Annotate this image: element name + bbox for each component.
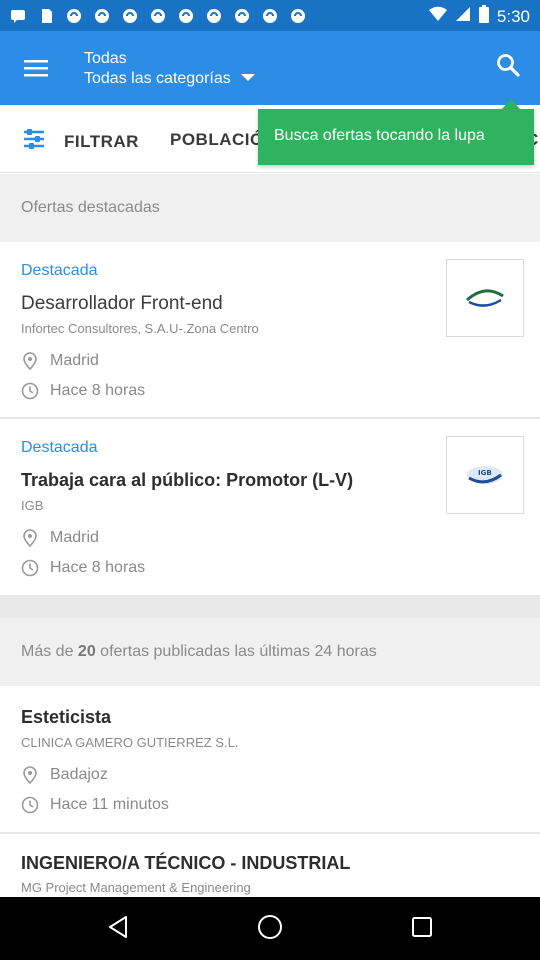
poblacion-filter-button[interactable]: POBLACIÓ (170, 130, 264, 150)
home-button[interactable] (254, 913, 286, 945)
wifi-icon (428, 6, 447, 27)
clock-icon (21, 382, 39, 400)
recent-count: 20 (77, 643, 96, 660)
app-bar: Todas Todas las categorías (0, 31, 540, 105)
location-text: Madrid (50, 529, 99, 546)
home-circle-icon (256, 913, 284, 946)
recents-button[interactable] (406, 913, 438, 945)
featured-badge: Destacada (21, 262, 98, 279)
featured-section-header: Ofertas destacadas (0, 174, 540, 242)
recents-square-icon (410, 915, 434, 944)
section-gap (0, 595, 540, 618)
svg-text:IGB: IGB (478, 469, 492, 477)
app-notification-icon (148, 6, 168, 26)
search-icon (495, 52, 521, 83)
time-text: Hace 11 minutos (50, 796, 169, 813)
overflow-menu-icon (20, 60, 52, 87)
company-name: CLINICA GAMERO GUTIERREZ S.L. (21, 735, 239, 750)
location-pin-icon (21, 529, 39, 547)
job-time: Hace 8 horas (21, 559, 145, 577)
notification-icons (8, 6, 308, 26)
back-triangle-icon (106, 914, 130, 945)
app-subtitle: Todas las categorías (84, 70, 231, 87)
back-button[interactable] (102, 913, 134, 945)
status-bar: 5:30 (0, 0, 540, 31)
menu-button[interactable] (20, 53, 52, 83)
job-title: Desarrollador Front-end (21, 293, 223, 314)
app-notification-icon (232, 6, 252, 26)
clock-icon (21, 796, 39, 814)
featured-job-card[interactable]: Destacada Trabaja cara al público: Promo… (0, 419, 540, 595)
time-text: Hace 8 horas (50, 382, 146, 399)
location-pin-icon (21, 766, 39, 784)
app-notification-icon (204, 6, 224, 26)
job-title: Trabaja cara al público: Promotor (L-V) (21, 470, 354, 490)
search-button[interactable] (486, 45, 530, 89)
recent-suffix: ofertas publicadas las últimas 24 horas (100, 643, 377, 660)
tooltip-arrow (502, 99, 520, 109)
job-title: Esteticista (21, 707, 112, 727)
system-navigation-bar (0, 897, 540, 960)
company-name: MG Project Management & Engineering (21, 880, 251, 895)
company-logo: IGB (446, 436, 524, 514)
recent-prefix: Más de (21, 643, 74, 660)
app-notification-icon (260, 6, 280, 26)
signal-icon (455, 6, 471, 27)
job-location: Badajoz (21, 766, 108, 784)
job-location: Madrid (21, 352, 99, 370)
location-text: Badajoz (50, 766, 108, 783)
app-notification-icon (288, 6, 308, 26)
system-status: 5:30 (428, 5, 530, 28)
message-icon (8, 6, 28, 26)
company-name: Infortec Consultores, S.A.U-.Zona Centro (21, 321, 259, 336)
job-title: INGENIERO/A TÉCNICO - INDUSTRIAL (21, 853, 351, 873)
job-card[interactable]: INGENIERO/A TÉCNICO - INDUSTRIAL MG Proj… (0, 834, 540, 897)
app-title: Todas (84, 50, 127, 67)
filter-label: FILTRAR (64, 131, 139, 151)
sim-icon (36, 6, 56, 26)
job-time: Hace 8 horas (21, 382, 145, 400)
app-notification-icon (176, 6, 196, 26)
clock-icon (21, 559, 39, 577)
search-hint-tooltip[interactable]: Busca ofertas tocando la lupa (258, 109, 534, 165)
location-pin-icon (21, 352, 39, 370)
company-logo (446, 259, 524, 337)
clock-time: 5:30 (496, 6, 530, 26)
category-selector[interactable]: Todas Todas las categorías (84, 49, 255, 89)
job-time: Hace 11 minutos (21, 796, 169, 814)
app-notification-icon (64, 6, 84, 26)
company-name: IGB (21, 498, 44, 513)
filter-sliders-icon (20, 127, 48, 156)
featured-badge: Destacada (21, 439, 98, 456)
location-text: Madrid (50, 352, 99, 369)
featured-job-card[interactable]: Destacada Desarrollador Front-end Infort… (0, 242, 540, 418)
recent-section-header: Más de 20 ofertas publicadas las últimas… (0, 618, 540, 686)
battery-icon (478, 5, 489, 28)
dropdown-caret-icon (240, 73, 255, 81)
app-notification-icon (92, 6, 112, 26)
filter-button[interactable]: FILTRAR (20, 127, 139, 156)
app-notification-icon (120, 6, 140, 26)
job-card[interactable]: Esteticista CLINICA GAMERO GUTIERREZ S.L… (0, 686, 540, 832)
time-text: Hace 8 horas (50, 559, 146, 576)
job-location: Madrid (21, 529, 99, 547)
